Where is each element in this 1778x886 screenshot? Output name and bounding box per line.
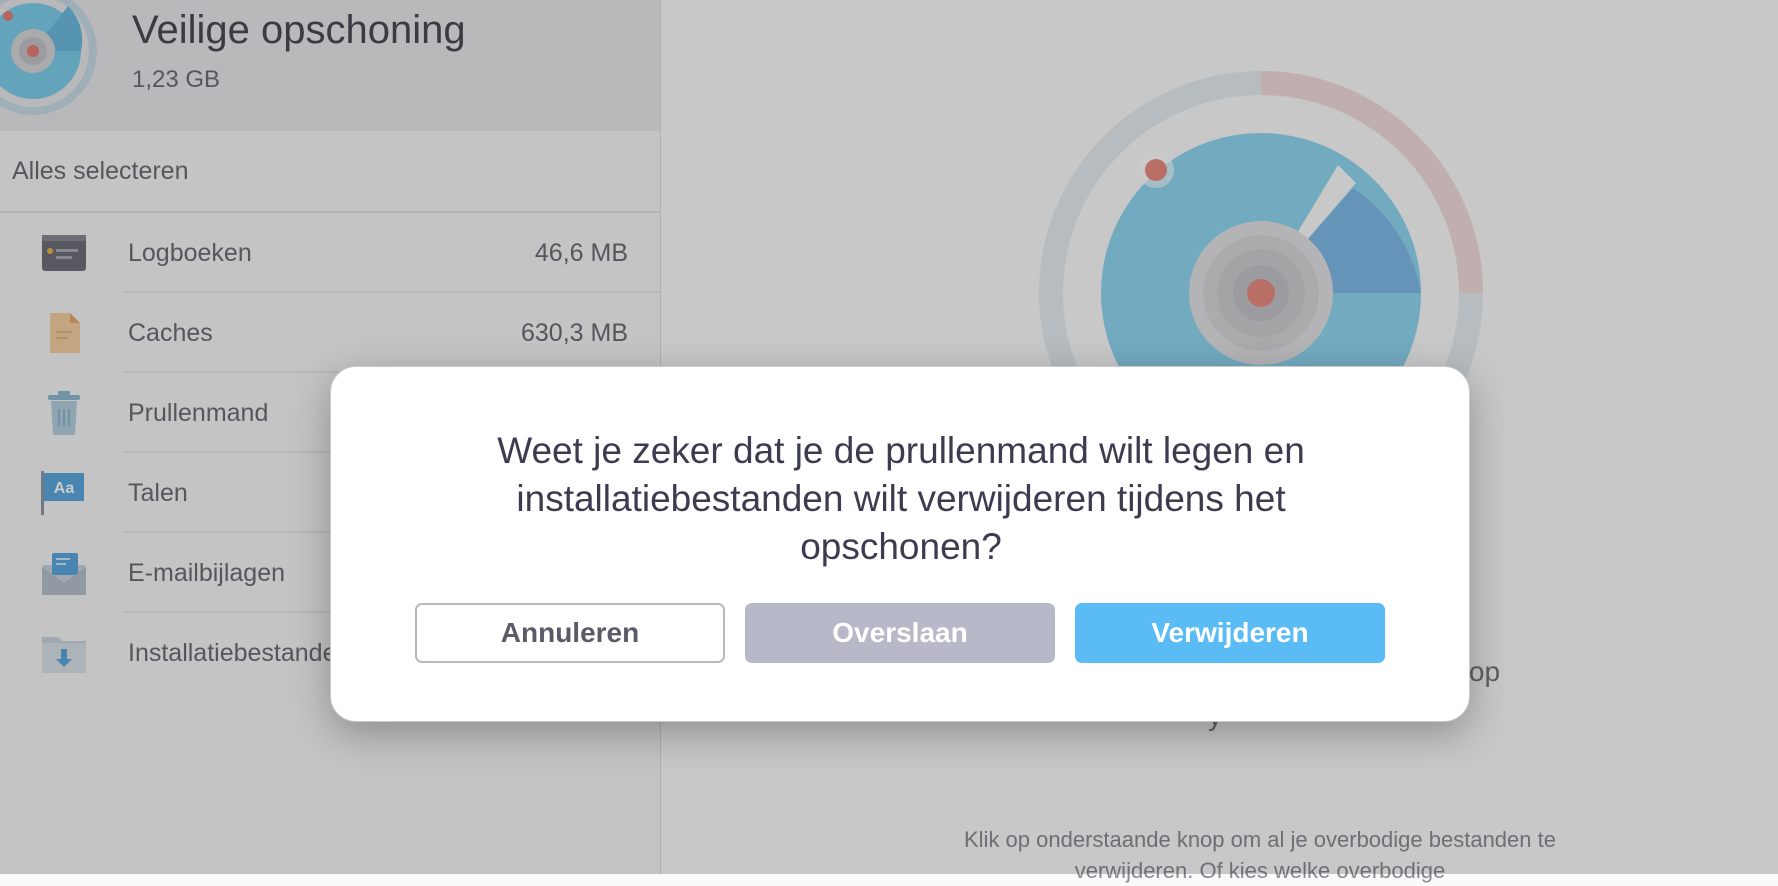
dialog-message: Weet je zeker dat je de prullenmand wilt… <box>497 430 1305 567</box>
skip-button[interactable]: Overslaan <box>745 603 1055 663</box>
delete-button[interactable]: Verwijderen <box>1075 603 1385 663</box>
confirm-dialog: Weet je zeker dat je de prullenmand wilt… <box>330 366 1470 722</box>
cancel-button[interactable]: Annuleren <box>415 603 725 663</box>
